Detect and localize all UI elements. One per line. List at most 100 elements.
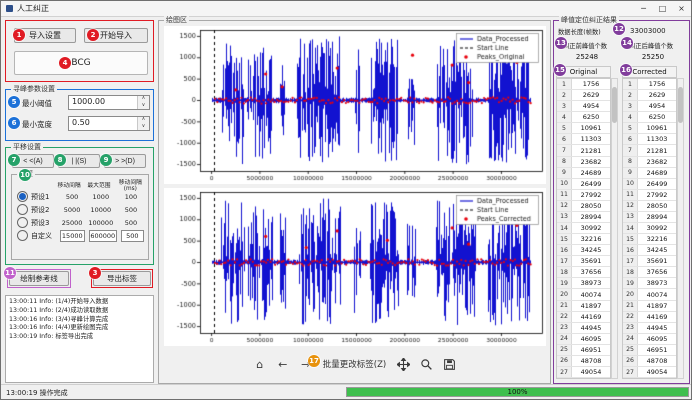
peak-table-row[interactable]: 22629 [623, 90, 676, 101]
peak-table-row[interactable]: 46250 [623, 112, 676, 123]
preset-radio[interactable] [17, 191, 28, 202]
corrected-table-scrollbar[interactable] [677, 78, 684, 379]
peak-table-row[interactable]: 1837656 [623, 267, 676, 278]
peak-table-row[interactable]: 2648708 [557, 356, 610, 367]
minimize-button[interactable]: ─ [634, 1, 653, 16]
batch-edit-labels-button[interactable]: 批量更改标签(Z) [321, 358, 388, 370]
peak-table-row[interactable]: 34954 [623, 101, 676, 112]
row-index: 18 [623, 267, 638, 277]
preset-custom-input[interactable]: 500 [121, 230, 144, 242]
zoom-icon[interactable] [418, 356, 434, 372]
export-labels-button[interactable]: 导出标签 [93, 271, 151, 286]
preset-rows: 预设15001000100预设2500010000500预设3250001000… [14, 190, 146, 242]
maximize-button[interactable]: □ [653, 1, 672, 16]
peak-table-row[interactable]: 1735691 [557, 256, 610, 267]
peak-table-row[interactable]: 2648708 [623, 356, 676, 367]
spin-down-icon[interactable]: ∨ [138, 124, 149, 131]
annotation-marker-9: 9 [100, 154, 112, 166]
original-peaks-table[interactable]: 1175622629349544625051096161130372128182… [556, 78, 611, 379]
row-index: 11 [557, 190, 572, 200]
peak-table-row[interactable]: 1532216 [623, 234, 676, 245]
peak-table-row[interactable]: 2344945 [623, 323, 676, 334]
peak-table-row[interactable]: 1735691 [623, 256, 676, 267]
peak-table-row[interactable]: 611303 [557, 134, 610, 145]
row-index: 6 [623, 134, 638, 144]
min-width-value[interactable]: 0.50 [69, 117, 137, 130]
peak-table-row[interactable]: 2546951 [557, 345, 610, 356]
preset-custom-input[interactable]: 600000 [89, 230, 117, 242]
min-threshold-spinbox[interactable]: 1000.00 ∧∨ [68, 95, 150, 110]
preset-radio[interactable] [17, 230, 28, 241]
close-button[interactable]: × [672, 1, 691, 16]
peak-table-row[interactable]: 1634245 [557, 245, 610, 256]
corrected-peaks-table[interactable]: 1175622629349544625051096161130372128182… [622, 78, 677, 379]
peak-table-row[interactable]: 1430992 [557, 223, 610, 234]
peak-table-row[interactable]: 721281 [623, 145, 676, 156]
peak-table-row[interactable]: 2749054 [623, 367, 676, 378]
peak-table-row[interactable]: 2344945 [557, 323, 610, 334]
scrollbar-thumb[interactable] [612, 87, 617, 123]
peak-table-row[interactable]: 823682 [557, 157, 610, 168]
peak-table-row[interactable]: 2244169 [557, 312, 610, 323]
peak-table-row[interactable]: 1430992 [623, 223, 676, 234]
preset-value: 500 [58, 193, 85, 201]
peak-table-row[interactable]: 721281 [557, 145, 610, 156]
signal-type-select[interactable]: BCG [14, 51, 148, 75]
peak-table-row[interactable]: 823682 [623, 157, 676, 168]
draw-refline-button[interactable]: 绘制参考线 [9, 271, 69, 286]
peak-table-row[interactable]: 22629 [557, 90, 610, 101]
peak-table-row[interactable]: 2040074 [557, 289, 610, 300]
peak-table-row[interactable]: 1228050 [557, 201, 610, 212]
peak-table-row[interactable]: 2446095 [623, 334, 676, 345]
peak-table-row[interactable]: 1634245 [623, 245, 676, 256]
preset-custom-input[interactable]: 15000 [60, 230, 85, 242]
preset-radio[interactable] [17, 204, 28, 215]
peak-value: 30992 [572, 223, 610, 233]
peak-table-row[interactable]: 2141897 [557, 301, 610, 312]
peak-table-row[interactable]: 2446095 [557, 334, 610, 345]
peak-table-row[interactable]: 1938973 [557, 278, 610, 289]
peak-table-row[interactable]: 1837656 [557, 267, 610, 278]
peak-table-row[interactable]: 924689 [623, 168, 676, 179]
peak-table-row[interactable]: 2749054 [557, 367, 610, 378]
peak-table-row[interactable]: 2244169 [623, 312, 676, 323]
preset-label: 预设3 [31, 218, 58, 228]
save-icon[interactable] [441, 356, 457, 372]
peak-table-row[interactable]: 1328994 [623, 212, 676, 223]
peak-table-row[interactable]: 11756 [557, 79, 610, 90]
peak-table-row[interactable]: 2040074 [623, 289, 676, 300]
peak-table-row[interactable]: 1938973 [623, 278, 676, 289]
peak-table-row[interactable]: 611303 [623, 134, 676, 145]
peak-value: 1756 [638, 79, 676, 89]
back-icon[interactable]: ← [275, 356, 291, 372]
peak-table-row[interactable]: 11756 [623, 79, 676, 90]
peak-table-row[interactable]: 1532216 [557, 234, 610, 245]
peak-table-row[interactable]: 34954 [557, 101, 610, 112]
peak-table-row[interactable]: 1328994 [557, 212, 610, 223]
peak-table-row[interactable]: 510961 [623, 123, 676, 134]
peak-value: 40074 [638, 289, 676, 299]
peak-table-row[interactable]: 924689 [557, 168, 610, 179]
original-table-scrollbar[interactable] [611, 78, 618, 379]
signal-plot-original[interactable] [164, 26, 546, 184]
spin-arrows[interactable]: ∧∨ [137, 117, 149, 130]
min-threshold-value[interactable]: 1000.00 [69, 96, 137, 109]
peak-table-row[interactable]: 1026499 [623, 179, 676, 190]
pan-icon[interactable] [395, 356, 411, 372]
spin-down-icon[interactable]: ∨ [138, 103, 149, 110]
peak-table-row[interactable]: 1228050 [623, 201, 676, 212]
peak-table-row[interactable]: 2546951 [623, 345, 676, 356]
signal-plot-corrected[interactable] [164, 188, 546, 346]
preset-radio[interactable] [17, 217, 28, 228]
spin-arrows[interactable]: ∧∨ [137, 96, 149, 109]
home-icon[interactable]: ⌂ [252, 356, 268, 372]
peak-table-row[interactable]: 1127992 [623, 190, 676, 201]
peak-table-row[interactable]: 1026499 [557, 179, 610, 190]
peak-table-row[interactable]: 1127992 [557, 190, 610, 201]
min-width-spinbox[interactable]: 0.50 ∧∨ [68, 116, 150, 131]
peak-table-row[interactable]: 46250 [557, 112, 610, 123]
peak-table-row[interactable]: 2141897 [623, 301, 676, 312]
peak-table-row[interactable]: 510961 [557, 123, 610, 134]
preset-header-move-step: 移动间隔 [55, 180, 83, 189]
scrollbar-thumb[interactable] [678, 87, 683, 123]
